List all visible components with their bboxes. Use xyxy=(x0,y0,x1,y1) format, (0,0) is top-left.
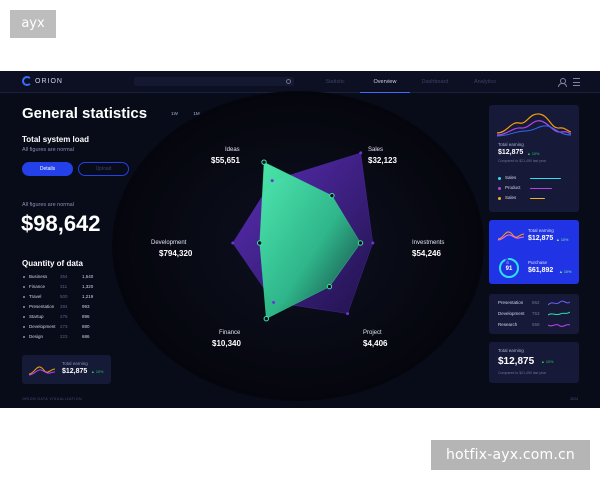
watermark-top-left: ayx xyxy=(10,10,56,38)
radar-axis-value: $794,320 xyxy=(159,249,193,258)
list-item[interactable]: Development 753 xyxy=(498,309,572,319)
legend-dot-icon xyxy=(498,176,501,180)
donut-percent: 91 xyxy=(505,266,513,272)
radar-point[interactable] xyxy=(263,316,269,322)
legend-dot-icon xyxy=(498,196,501,200)
earning-amount: $12,875 xyxy=(528,235,554,242)
purchase-label: Purchase xyxy=(528,260,548,265)
earning-sparkline-icon xyxy=(498,231,524,241)
radar-point[interactable] xyxy=(272,300,276,304)
legend-item-sales-2[interactable]: Sales xyxy=(498,194,572,202)
mini-name: Presentation xyxy=(498,300,524,305)
radar-point[interactable] xyxy=(357,240,364,246)
legend-label: Sales xyxy=(505,175,517,180)
earning-label: Total earning xyxy=(528,228,554,233)
mini-sparkline-icon xyxy=(548,324,570,327)
radar-axis-value: $32,123 xyxy=(368,156,397,165)
earning-amount: $12,875 xyxy=(498,149,524,156)
radar-axis-label: Investments xyxy=(412,240,445,246)
radar-point[interactable] xyxy=(346,312,350,316)
earning-compare-text: Compared to $21,490 last year xyxy=(498,159,547,163)
mini-sparkline-icon xyxy=(548,311,570,316)
earning-change-badge: ▲ 10% xyxy=(556,238,569,242)
list-item[interactable]: Research 559 xyxy=(498,320,572,330)
legend-bar xyxy=(530,177,562,179)
radar-point[interactable] xyxy=(371,241,375,245)
radar-axis-label: Sales xyxy=(368,147,384,153)
legend-item-sales[interactable]: Sales xyxy=(498,174,572,182)
radar-axis-label: Ideas xyxy=(225,147,240,153)
radar-axis-value: $4,406 xyxy=(363,339,388,348)
earning-change-badge: ▲ 10% xyxy=(527,152,540,156)
mini-sparkline-icon xyxy=(548,300,570,306)
legend-dot-icon xyxy=(498,186,501,190)
radar-axis-label: Finance xyxy=(219,330,241,336)
mini-name: Development xyxy=(498,311,525,316)
earning-wave-icon xyxy=(497,113,571,137)
radar-axis-value: $54,246 xyxy=(412,249,441,258)
mini-name: Research xyxy=(498,322,518,327)
mini-value: 559 xyxy=(532,322,540,327)
earning-compare-text: Compared to $21,490 last year xyxy=(498,371,547,375)
radar-axis-value: $10,340 xyxy=(212,339,241,348)
list-item[interactable]: Presentation 862 xyxy=(498,298,572,308)
earning-card[interactable]: Total earning $12,875 ▲ 10% Compared to … xyxy=(489,105,579,212)
earning-change-badge: ▲ 10% xyxy=(541,360,554,364)
watermark-bottom-right: hotfix-ayx.com.cn xyxy=(431,440,590,470)
legend-bar xyxy=(530,197,546,199)
purchase-amount: $61,892 xyxy=(528,267,554,274)
mini-value: 753 xyxy=(532,311,540,316)
radar-point[interactable] xyxy=(329,192,335,199)
legend-bar xyxy=(530,187,552,189)
radar-point[interactable] xyxy=(256,240,263,246)
legend-label: Product xyxy=(505,185,521,190)
radar-point[interactable] xyxy=(359,151,363,155)
earning-summary-card[interactable]: Total earning $12,875 ▲ 10% Compared to … xyxy=(489,342,579,383)
mini-value: 862 xyxy=(532,300,540,305)
category-mini-card[interactable]: Presentation 862 Development 753 Researc… xyxy=(489,294,579,334)
legend-label: Sales xyxy=(505,195,517,200)
earning-amount: $12,875 xyxy=(498,356,535,367)
radar-axis-label: Development xyxy=(151,240,187,246)
radar-point[interactable] xyxy=(231,241,235,245)
earning-label: Total earning xyxy=(498,142,524,147)
radar-point[interactable] xyxy=(261,159,267,165)
purchase-change-badge: ▲ 10% xyxy=(559,270,572,274)
earning-purchase-card[interactable]: Total earning $12,875 ▲ 10% ⊙ 91 Purchas… xyxy=(489,220,579,284)
legend-item-product[interactable]: Product xyxy=(498,184,572,192)
radar-point[interactable] xyxy=(270,179,274,183)
earning-label: Total earning xyxy=(498,348,524,353)
dashboard-window: ORION Statistic Overview Dashboard Analy… xyxy=(0,71,600,408)
radar-axis-value: $55,651 xyxy=(211,156,240,165)
radar-point[interactable] xyxy=(326,283,333,290)
radar-axis-label: Project xyxy=(363,330,382,336)
